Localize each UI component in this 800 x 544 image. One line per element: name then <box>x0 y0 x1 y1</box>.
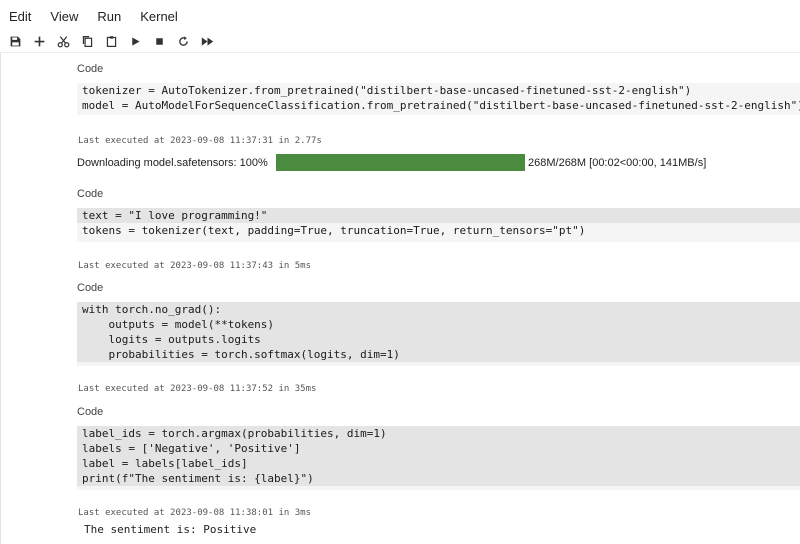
code-text: logits = outputs.logits <box>82 333 261 346</box>
code-text: label = labels[label_ids] <box>82 457 248 470</box>
cell-output: The sentiment is: Positive <box>84 523 257 536</box>
code-text: probabilities = torch.softmax(logits, di… <box>82 348 400 361</box>
code-text: with torch.no_grad(): <box>82 303 222 316</box>
run-icon[interactable] <box>124 30 146 52</box>
cell-label: Code <box>77 188 104 200</box>
code-line: label = labels[label_ids] <box>77 456 800 471</box>
code-text: label_ids = torch.argmax(probabilities, … <box>82 427 387 440</box>
code-editor[interactable]: tokenizer = AutoTokenizer.from_pretraine… <box>77 83 800 115</box>
code-text: text = "I love programming!" <box>82 209 268 222</box>
menu-kernel[interactable]: Kernel <box>140 9 178 24</box>
execution-info: Last executed at 2023-09-08 11:37:43 in … <box>78 261 311 271</box>
menu-edit[interactable]: Edit <box>9 9 31 24</box>
code-line: tokens = tokenizer(text, padding=True, t… <box>77 223 800 238</box>
cell-label: Code <box>77 406 104 418</box>
execution-info: Last executed at 2023-09-08 11:38:01 in … <box>78 508 311 518</box>
code-text: print(f"The sentiment is: {label}") <box>82 472 314 485</box>
run-all-icon[interactable] <box>196 30 218 52</box>
code-line: probabilities = torch.softmax(logits, di… <box>77 347 800 362</box>
download-progress-bar <box>276 154 525 171</box>
cell-label: Code <box>77 282 104 294</box>
copy-icon[interactable] <box>76 30 98 52</box>
download-stats: 268M/268M [00:02<00:00, 141MB/s] <box>528 157 707 169</box>
download-label: Downloading model.safetensors: 100% <box>77 157 268 169</box>
code-editor[interactable]: text = "I love programming!" tokens = to… <box>77 208 800 242</box>
code-text: tokenizer = AutoTokenizer.from_pretraine… <box>82 84 692 97</box>
execution-info: Last executed at 2023-09-08 11:37:52 in … <box>78 384 317 394</box>
code-line: tokenizer = AutoTokenizer.from_pretraine… <box>77 83 800 98</box>
stop-icon[interactable] <box>148 30 170 52</box>
code-editor[interactable]: with torch.no_grad(): outputs = model(**… <box>77 302 800 366</box>
code-line: labels = ['Negative', 'Positive'] <box>77 441 800 456</box>
code-line: logits = outputs.logits <box>77 332 800 347</box>
restart-icon[interactable] <box>172 30 194 52</box>
add-icon[interactable] <box>28 30 50 52</box>
notebook-toolbar <box>0 30 800 52</box>
cell-label: Code <box>77 63 104 75</box>
progress-fill <box>276 154 525 171</box>
code-text: tokens = tokenizer(text, padding=True, t… <box>82 224 586 237</box>
menu-view[interactable]: View <box>50 9 78 24</box>
code-line: model = AutoModelForSequenceClassificati… <box>77 98 800 113</box>
menu-run[interactable]: Run <box>97 9 121 24</box>
code-editor[interactable]: label_ids = torch.argmax(probabilities, … <box>77 426 800 490</box>
code-text: outputs = model(**tokens) <box>82 318 275 331</box>
code-text: model = AutoModelForSequenceClassificati… <box>82 99 800 112</box>
code-line: label_ids = torch.argmax(probabilities, … <box>77 426 800 441</box>
cut-icon[interactable] <box>52 30 74 52</box>
code-line: with torch.no_grad(): <box>77 302 800 317</box>
code-line: text = "I love programming!" <box>77 208 800 223</box>
code-text: labels = ['Negative', 'Positive'] <box>82 442 301 455</box>
execution-info: Last executed at 2023-09-08 11:37:31 in … <box>78 136 322 146</box>
code-line: outputs = model(**tokens) <box>77 317 800 332</box>
save-icon[interactable] <box>4 30 26 52</box>
paste-icon[interactable] <box>100 30 122 52</box>
menu-bar: Edit View Run Kernel <box>0 0 800 32</box>
code-line: print(f"The sentiment is: {label}") <box>77 471 800 486</box>
